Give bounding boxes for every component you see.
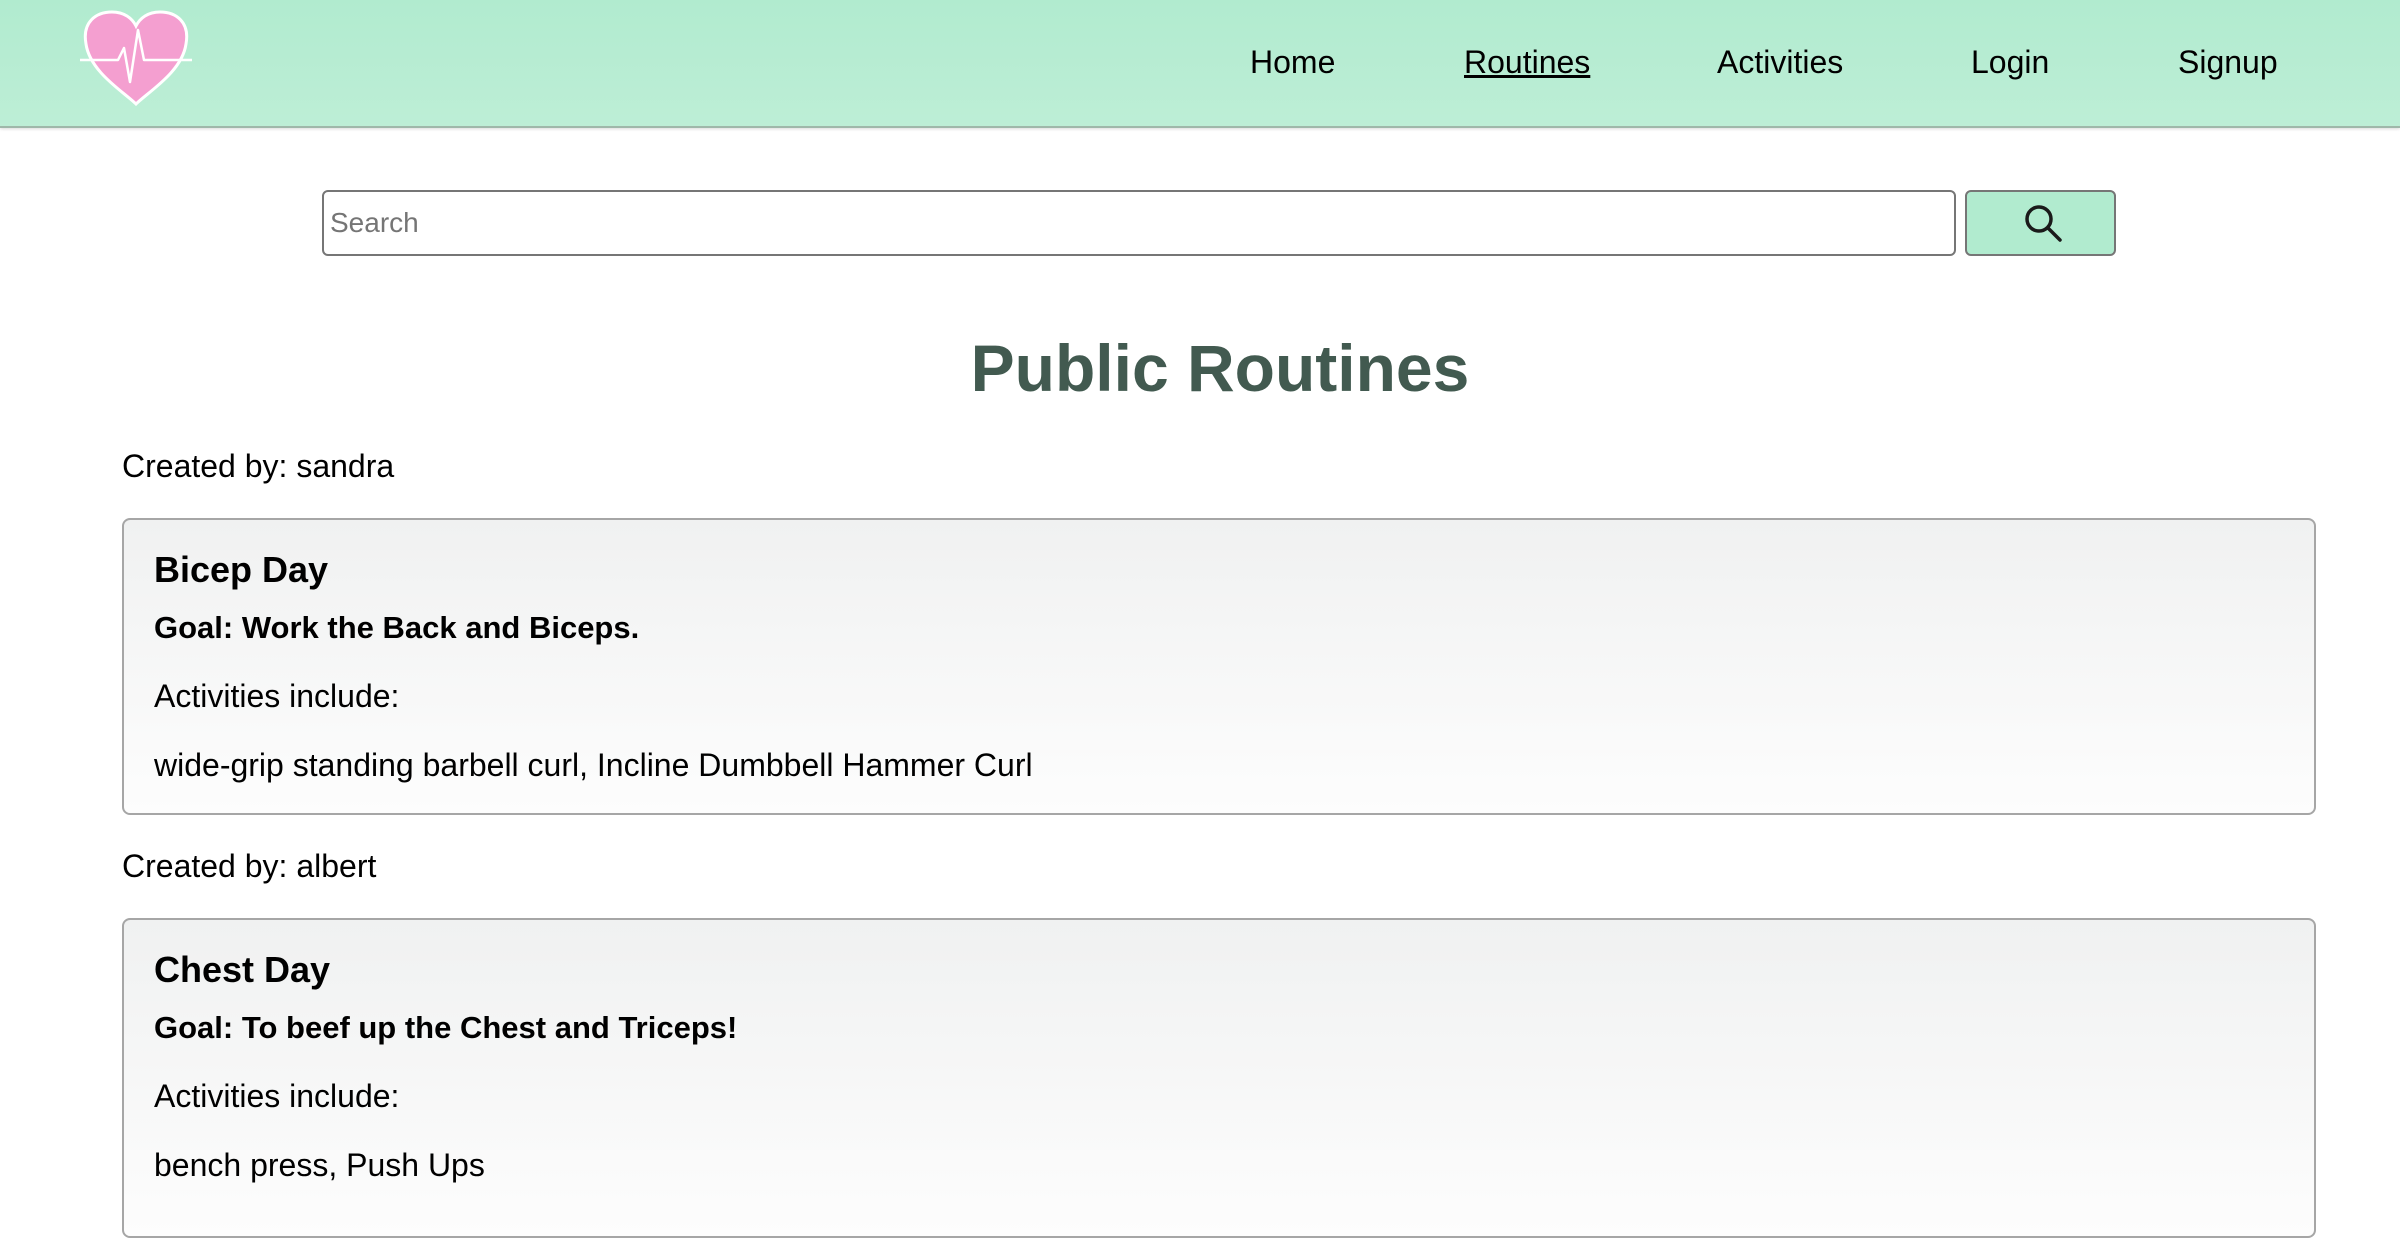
routine-author: Created by: sandra xyxy=(122,448,395,484)
routine-name: Chest Day xyxy=(154,949,331,990)
nav-activities[interactable]: Activities xyxy=(1717,42,1843,82)
routine-card: Bicep Day Goal: Work the Back and Biceps… xyxy=(122,518,2316,815)
nav-routines[interactable]: Routines xyxy=(1464,42,1590,82)
activities-label: Activities include: xyxy=(154,678,400,714)
top-nav-bar: Home Routines Activities Login Signup xyxy=(0,0,2400,128)
search-input[interactable] xyxy=(322,190,1956,256)
page-title: Public Routines xyxy=(970,331,1470,405)
search-icon xyxy=(2025,205,2062,242)
heart-pulse-icon[interactable] xyxy=(80,8,192,106)
nav-signup[interactable]: Signup xyxy=(2178,42,2278,82)
routine-goal: Goal: Work the Back and Biceps. xyxy=(154,610,640,645)
routine-author: Created by: albert xyxy=(122,848,377,884)
routine-goal: Goal: To beef up the Chest and Triceps! xyxy=(154,1010,738,1045)
activities-list: wide-grip standing barbell curl, Incline… xyxy=(154,747,1033,783)
nav-home[interactable]: Home xyxy=(1250,42,1335,82)
activities-label: Activities include: xyxy=(154,1078,400,1114)
activities-list: bench press, Push Ups xyxy=(154,1147,485,1183)
routine-name: Bicep Day xyxy=(154,549,329,590)
search-button[interactable] xyxy=(1965,190,2116,256)
nav-login[interactable]: Login xyxy=(1971,42,2049,82)
routine-card: Chest Day Goal: To beef up the Chest and… xyxy=(122,918,2316,1238)
